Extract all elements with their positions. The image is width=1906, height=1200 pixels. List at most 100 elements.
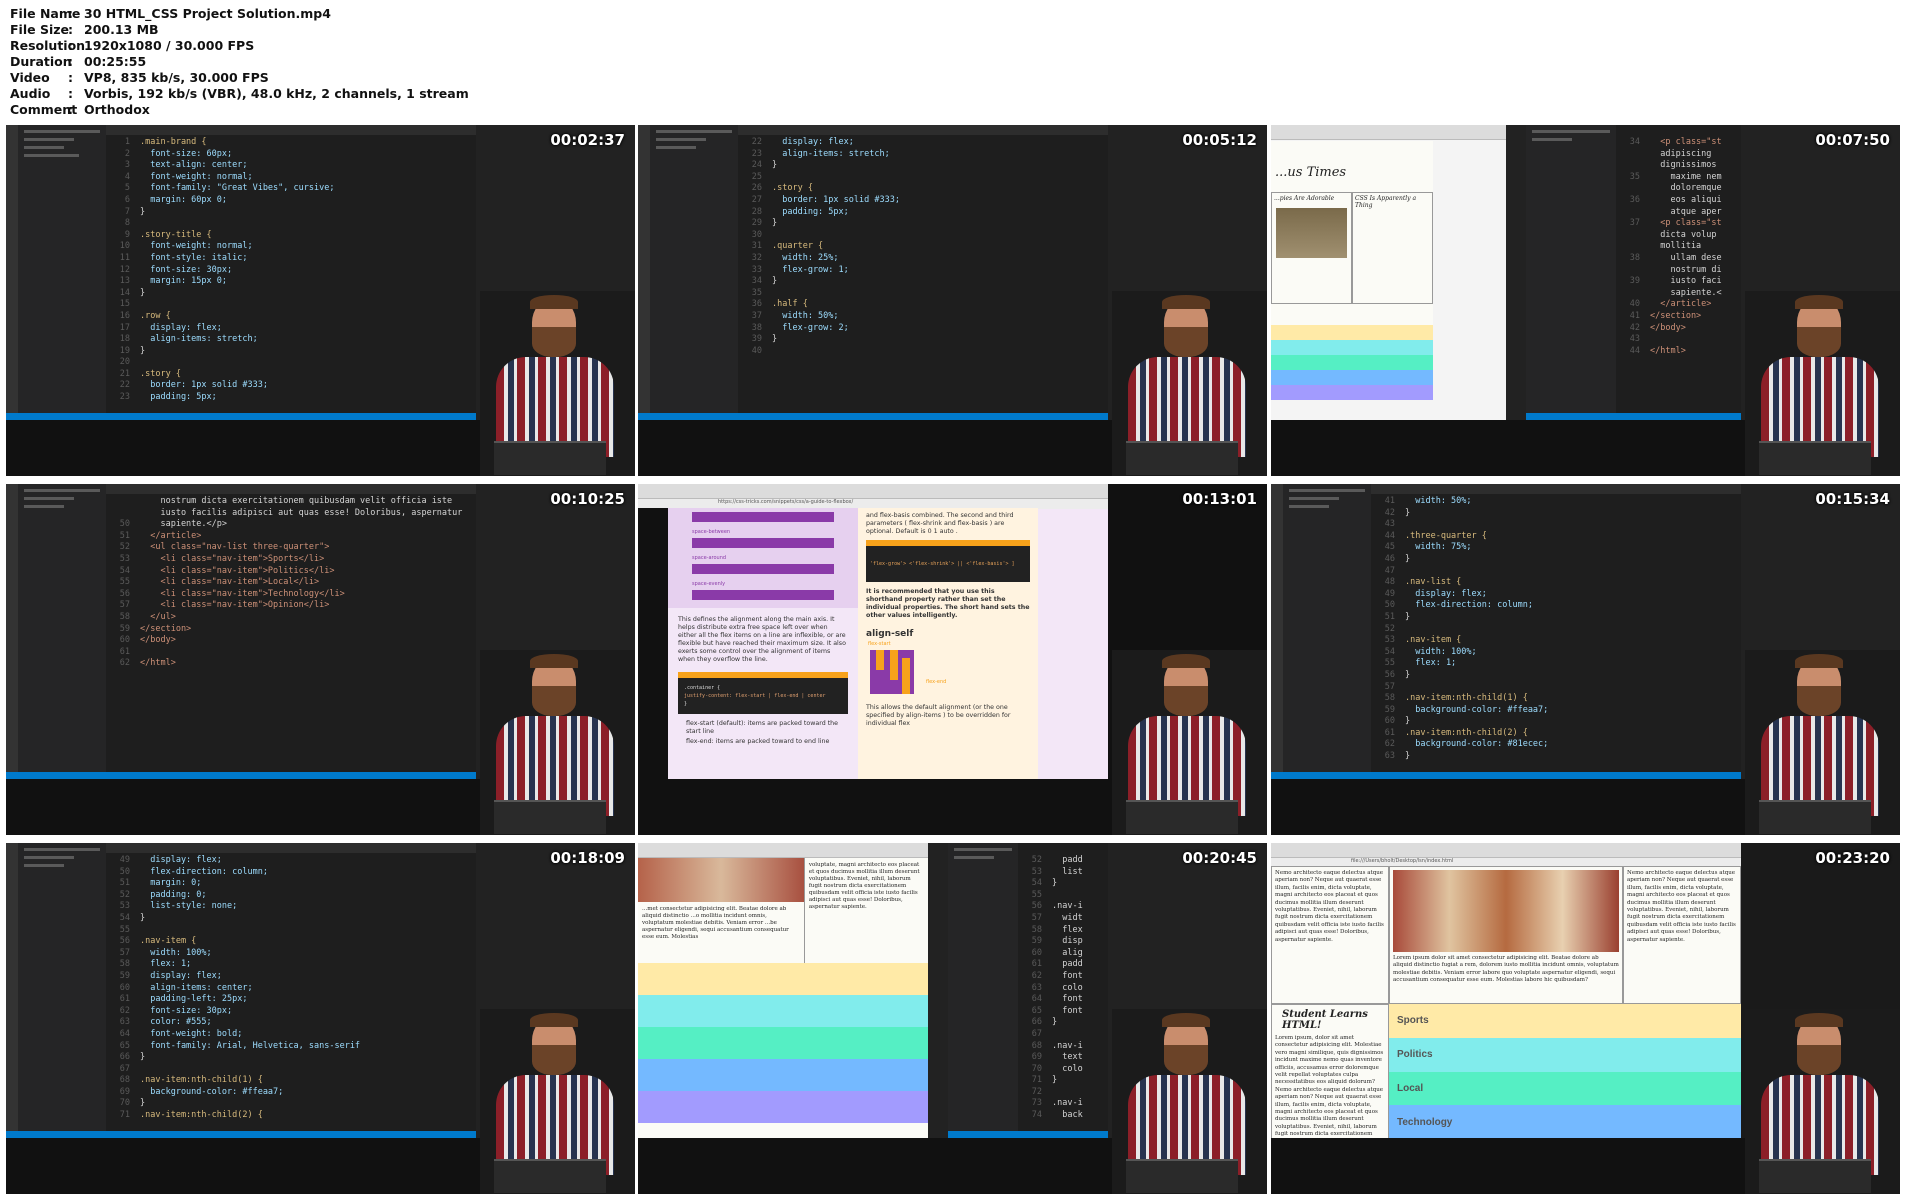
code-text[interactable]: .quarter { <box>772 241 823 253</box>
code-text[interactable]: align-items: stretch; <box>772 149 889 161</box>
code-text[interactable]: background-color: #ffeaa7; <box>1405 705 1548 717</box>
video-thumbnail[interactable]: 00:10:25 nostrum dicta exercitationem qu… <box>6 484 635 835</box>
code-text[interactable]: align-items: center; <box>140 983 252 995</box>
code-text[interactable]: flex: 1; <box>1405 658 1456 670</box>
video-thumbnail[interactable]: 00:02:37 1 .main-brand {2 font-size: 60px… <box>6 125 635 476</box>
nav-item[interactable]: Politics <box>1389 1037 1741 1072</box>
code-text[interactable]: width: 75%; <box>1405 542 1471 554</box>
code-text[interactable]: .story { <box>140 369 181 381</box>
code-text[interactable]: } <box>1405 751 1410 763</box>
code-text[interactable]: } <box>1052 1075 1057 1087</box>
video-thumbnail[interactable]: 00:20:45 ...met consectetur adipisicing … <box>638 843 1267 1194</box>
code-text[interactable]: alig <box>1052 948 1082 960</box>
code-text[interactable]: sapiente.</p> <box>140 519 227 531</box>
code-text[interactable]: dignissimos <box>1650 160 1716 172</box>
code-text[interactable]: font-style: italic; <box>140 253 247 265</box>
code-text[interactable]: } <box>772 218 777 230</box>
code-text[interactable]: font-size: 30px; <box>140 1006 232 1018</box>
code-text[interactable]: atque aper <box>1650 207 1721 219</box>
code-text[interactable]: .nav-item { <box>140 936 196 948</box>
code-text[interactable]: back <box>1052 1110 1082 1122</box>
code-text[interactable]: font-size: 60px; <box>140 149 232 161</box>
code-text[interactable]: width: 50%; <box>1405 496 1471 508</box>
code-text[interactable]: } <box>1405 670 1410 682</box>
code-text[interactable]: ullam dese <box>1650 253 1721 265</box>
code-text[interactable]: maxime nem <box>1650 172 1721 184</box>
code-text[interactable]: font <box>1052 1006 1082 1018</box>
code-text[interactable]: dicta volup <box>1650 230 1716 242</box>
code-text[interactable]: iusto facilis adipisci aut quas esse! Do… <box>140 508 462 520</box>
code-text[interactable]: <p class="st <box>1650 137 1721 149</box>
code-text[interactable]: align-items: stretch; <box>140 334 257 346</box>
code-text[interactable]: list-style: none; <box>140 901 237 913</box>
code-text[interactable]: display: flex; <box>772 137 854 149</box>
code-text[interactable]: } <box>140 346 145 358</box>
code-text[interactable]: padding-left: 25px; <box>140 994 247 1006</box>
video-thumbnail[interactable]: 00:13:01 https://css-tricks.com/snippets… <box>638 484 1267 835</box>
code-text[interactable]: } <box>140 207 145 219</box>
code-text[interactable]: .nav-item:nth-child(2) { <box>1405 728 1528 740</box>
code-text[interactable]: .nav-i <box>1052 1041 1083 1053</box>
code-text[interactable]: } <box>772 334 777 346</box>
code-text[interactable]: flex-direction: column; <box>1405 600 1533 612</box>
code-text[interactable]: } <box>140 1052 145 1064</box>
code-text[interactable]: .three-quarter { <box>1405 531 1487 543</box>
code-text[interactable]: } <box>1052 1017 1057 1029</box>
code-text[interactable]: mollitia <box>1650 241 1701 253</box>
code-text[interactable]: </html> <box>140 658 176 670</box>
code-text[interactable]: .nav-i <box>1052 901 1083 913</box>
code-text[interactable]: .nav-list { <box>1405 577 1461 589</box>
code-text[interactable]: widt <box>1052 913 1082 925</box>
code-text[interactable]: flex-grow: 2; <box>772 323 849 335</box>
video-thumbnail[interactable]: 00:07:50 ...us Times ...pies Are Adorabl… <box>1271 125 1900 476</box>
code-text[interactable]: padding: 0; <box>140 890 206 902</box>
code-text[interactable]: padd <box>1052 855 1082 867</box>
code-text[interactable]: </section> <box>140 624 191 636</box>
code-text[interactable]: adipiscing <box>1650 149 1711 161</box>
code-text[interactable]: flex-grow: 1; <box>772 265 849 277</box>
code-text[interactable]: margin: 0; <box>140 878 201 890</box>
code-text[interactable]: font <box>1052 971 1082 983</box>
code-text[interactable]: display: flex; <box>140 971 222 983</box>
video-thumbnail[interactable]: 00:05:12 22 display: flex; 23 align-items… <box>638 125 1267 476</box>
code-text[interactable]: </article> <box>1650 299 1711 311</box>
code-text[interactable]: font-weight: normal; <box>140 172 252 184</box>
code-text[interactable]: <li class="nav-item">Politics</li> <box>140 566 334 578</box>
code-text[interactable]: </body> <box>140 635 176 647</box>
code-text[interactable]: sapiente.< <box>1650 288 1721 300</box>
code-text[interactable]: display: flex; <box>140 855 222 867</box>
code-text[interactable]: </ul> <box>140 612 176 624</box>
code-text[interactable]: colo <box>1052 983 1082 995</box>
code-text[interactable]: margin: 60px 0; <box>140 195 227 207</box>
code-text[interactable]: .nav-item:nth-child(2) { <box>140 1110 263 1122</box>
code-text[interactable]: } <box>1052 878 1057 890</box>
code-text[interactable]: <li class="nav-item">Local</li> <box>140 577 319 589</box>
code-text[interactable]: } <box>772 160 777 172</box>
nav-item[interactable]: Technology <box>1389 1105 1741 1139</box>
url-bar[interactable]: file:///Users/bholt/Desktop/lsn/index.ht… <box>1271 858 1741 866</box>
code-text[interactable]: flex: 1; <box>140 959 191 971</box>
code-text[interactable]: <li class="nav-item">Technology</li> <box>140 589 344 601</box>
code-text[interactable]: padding: 5px; <box>140 392 217 404</box>
code-text[interactable]: } <box>772 276 777 288</box>
code-text[interactable]: border: 1px solid #333; <box>772 195 900 207</box>
code-text[interactable]: nostrum di <box>1650 265 1721 277</box>
code-text[interactable]: .row { <box>140 311 171 323</box>
code-text[interactable]: display: flex; <box>140 323 222 335</box>
code-text[interactable]: eos aliqui <box>1650 195 1721 207</box>
nav-item[interactable]: Local <box>1389 1071 1741 1106</box>
code-text[interactable]: font-size: 30px; <box>140 265 232 277</box>
code-text[interactable]: font-weight: bold; <box>140 1029 242 1041</box>
code-text[interactable]: } <box>1405 716 1410 728</box>
video-thumbnail[interactable]: 00:15:34 41 width: 50%; 42} 43 44 .three-qua… <box>1271 484 1900 835</box>
code-text[interactable]: nostrum dicta exercitationem quibusdam v… <box>140 496 452 508</box>
code-text[interactable]: .main-brand { <box>140 137 207 149</box>
code-text[interactable]: </article> <box>140 531 201 543</box>
code-text[interactable]: text-align: center; <box>140 160 247 172</box>
code-text[interactable]: width: 100%; <box>1405 647 1476 659</box>
code-text[interactable]: } <box>140 1098 145 1110</box>
code-text[interactable]: color: #555; <box>140 1017 211 1029</box>
code-text[interactable]: text <box>1052 1052 1082 1064</box>
video-thumbnail[interactable]: 00:23:20 file:///Users/bholt/Desktop/lsn… <box>1271 843 1900 1194</box>
code-text[interactable]: flex <box>1052 925 1082 937</box>
